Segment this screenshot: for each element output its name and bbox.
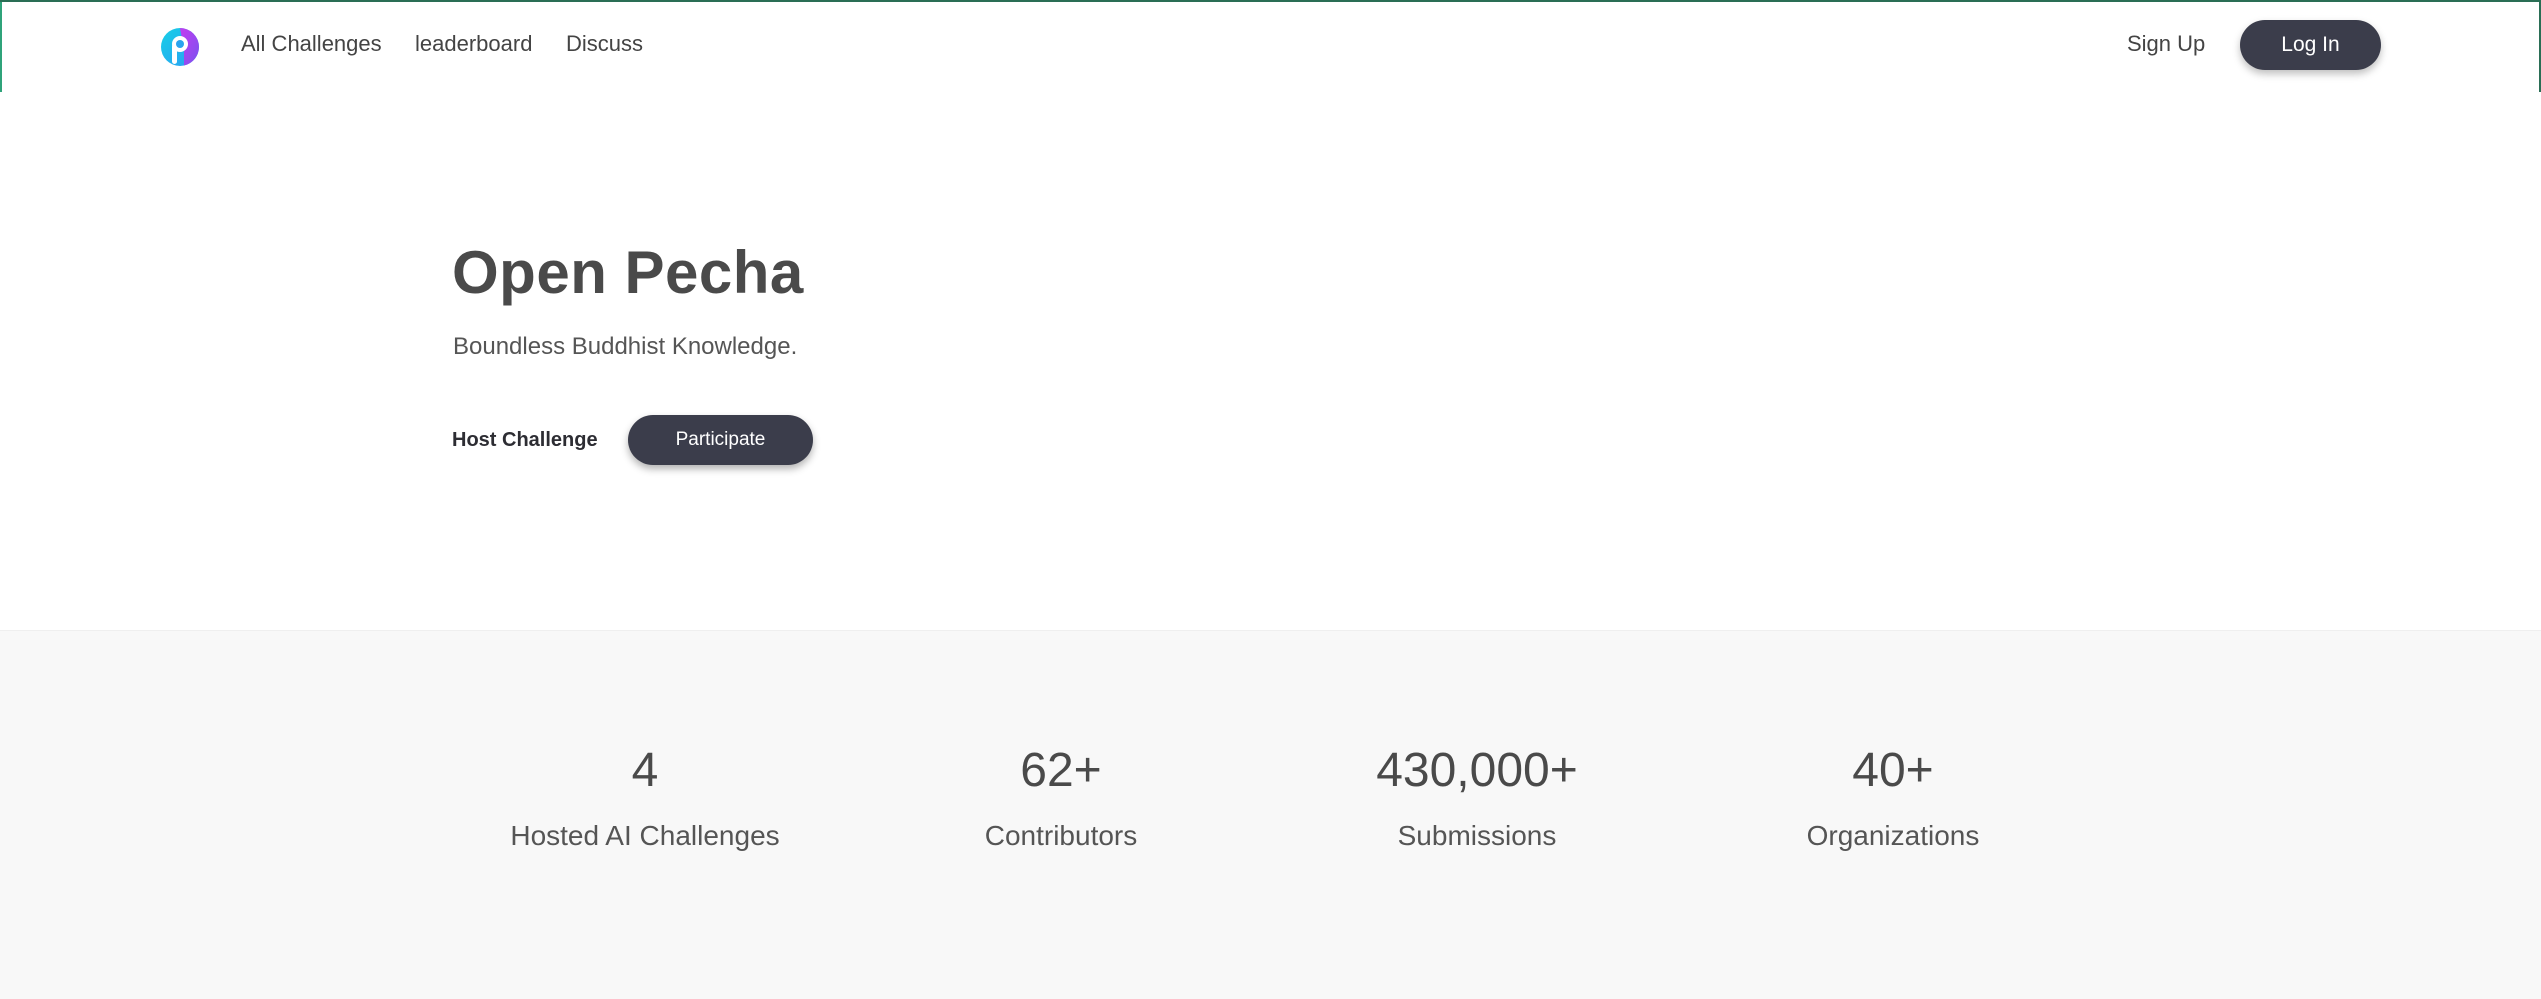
stat-submissions: 430,000+ Submissions [1297, 743, 1657, 852]
stat-value: 4 [631, 744, 659, 797]
open-pecha-logo-icon[interactable] [158, 25, 202, 69]
stat-label: Organizations [1806, 820, 1980, 851]
host-challenge-link[interactable]: Host Challenge [452, 429, 598, 452]
stat-label: Hosted AI Challenges [510, 820, 780, 851]
stat-value: 40+ [1852, 744, 1934, 797]
hero-section: Open Pecha Boundless Buddhist Knowledge.… [0, 92, 2541, 630]
stat-contributors: 62+ Contributors [881, 743, 1241, 852]
stat-label: Submissions [1397, 820, 1557, 851]
stat-value: 62+ [1020, 744, 1102, 797]
navbar: All Challenges leaderboard Discuss Sign … [0, 0, 2541, 92]
stats-section: 4 Hosted AI Challenges 62+ Contributors … [0, 630, 2541, 999]
nav-leaderboard[interactable]: leaderboard [415, 31, 532, 57]
stat-label: Contributors [984, 820, 1138, 851]
nav-all-challenges[interactable]: All Challenges [241, 31, 382, 57]
participate-button[interactable]: Participate [628, 415, 813, 465]
log-in-button[interactable]: Log In [2240, 20, 2381, 70]
page-subtitle: Boundless Buddhist Knowledge. [453, 333, 798, 360]
nav-discuss[interactable]: Discuss [566, 31, 643, 57]
stat-hosted-challenges: 4 Hosted AI Challenges [465, 743, 825, 852]
stat-organizations: 40+ Organizations [1713, 743, 2073, 852]
stat-value: 430,000+ [1376, 744, 1578, 797]
page-title: Open Pecha [452, 239, 804, 306]
sign-up-link[interactable]: Sign Up [2127, 31, 2205, 57]
